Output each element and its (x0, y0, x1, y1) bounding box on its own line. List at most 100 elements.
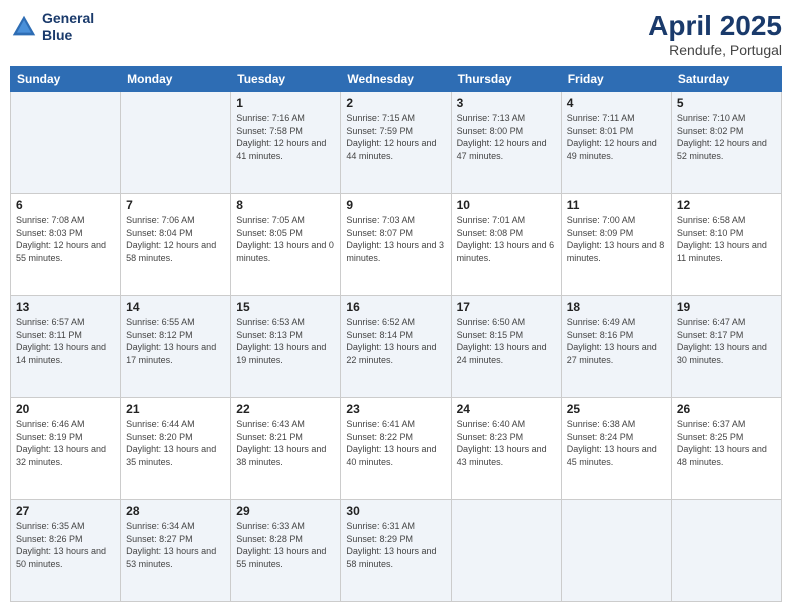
day-info: Sunrise: 6:55 AMSunset: 8:12 PMDaylight:… (126, 316, 225, 366)
day-info: Sunrise: 7:08 AMSunset: 8:03 PMDaylight:… (16, 214, 115, 264)
table-row: 27 Sunrise: 6:35 AMSunset: 8:26 PMDayligh… (11, 500, 121, 602)
day-info: Sunrise: 6:40 AMSunset: 8:23 PMDaylight:… (457, 418, 556, 468)
table-row: 26 Sunrise: 6:37 AMSunset: 8:25 PMDayligh… (671, 398, 781, 500)
table-row (561, 500, 671, 602)
table-row: 5 Sunrise: 7:10 AMSunset: 8:02 PMDaylight… (671, 92, 781, 194)
logo: General Blue (10, 10, 94, 44)
header-saturday: Saturday (671, 67, 781, 92)
table-row: 4 Sunrise: 7:11 AMSunset: 8:01 PMDaylight… (561, 92, 671, 194)
table-row: 12 Sunrise: 6:58 AMSunset: 8:10 PMDayligh… (671, 194, 781, 296)
table-row: 21Sunrise: 6:44 AMSunset: 8:20 PMDayligh… (121, 398, 231, 500)
table-row: 14 Sunrise: 6:55 AMSunset: 8:12 PMDayligh… (121, 296, 231, 398)
header: General Blue April 2025 Rendufe, Portuga… (10, 10, 782, 58)
day-number: 13 (16, 300, 115, 314)
day-number: 29 (236, 504, 335, 518)
day-info: Sunrise: 7:13 AMSunset: 8:00 PMDaylight:… (457, 112, 556, 162)
table-row: 25 Sunrise: 6:38 AMSunset: 8:24 PMDayligh… (561, 398, 671, 500)
day-number: 27 (16, 504, 115, 518)
calendar-row: 20 Sunrise: 6:46 AMSunset: 8:19 PMDayligh… (11, 398, 782, 500)
day-number: 23 (346, 402, 445, 416)
day-info: Sunrise: 6:49 AMSunset: 8:16 PMDaylight:… (567, 316, 666, 366)
header-tuesday: Tuesday (231, 67, 341, 92)
day-number: 7 (126, 198, 225, 212)
calendar-row: 13 Sunrise: 6:57 AMSunset: 8:11 PMDayligh… (11, 296, 782, 398)
day-info: Sunrise: 6:38 AMSunset: 8:24 PMDaylight:… (567, 418, 666, 468)
day-number: 17 (457, 300, 556, 314)
table-row: 13 Sunrise: 6:57 AMSunset: 8:11 PMDayligh… (11, 296, 121, 398)
day-info: Sunrise: 6:31 AMSunset: 8:29 PMDaylight:… (346, 520, 445, 570)
day-info: Sunrise: 7:16 AMSunset: 7:58 PMDaylight:… (236, 112, 335, 162)
day-number: 30 (346, 504, 445, 518)
header-wednesday: Wednesday (341, 67, 451, 92)
day-info: Sunrise: 6:53 AMSunset: 8:13 PMDaylight:… (236, 316, 335, 366)
table-row: 23 Sunrise: 6:41 AMSunset: 8:22 PMDayligh… (341, 398, 451, 500)
table-row (671, 500, 781, 602)
day-number: 19 (677, 300, 776, 314)
calendar-row: 6 Sunrise: 7:08 AMSunset: 8:03 PMDaylight… (11, 194, 782, 296)
day-info: Sunrise: 6:50 AMSunset: 8:15 PMDaylight:… (457, 316, 556, 366)
day-number: 14 (126, 300, 225, 314)
day-number: 12 (677, 198, 776, 212)
day-number: 4 (567, 96, 666, 110)
day-info: Sunrise: 6:46 AMSunset: 8:19 PMDaylight:… (16, 418, 115, 468)
table-row: 8Sunrise: 7:05 AMSunset: 8:05 PMDaylight… (231, 194, 341, 296)
day-info: Sunrise: 7:03 AMSunset: 8:07 PMDaylight:… (346, 214, 445, 264)
day-info: Sunrise: 6:58 AMSunset: 8:10 PMDaylight:… (677, 214, 776, 264)
day-info: Sunrise: 7:06 AMSunset: 8:04 PMDaylight:… (126, 214, 225, 264)
day-info: Sunrise: 7:11 AMSunset: 8:01 PMDaylight:… (567, 112, 666, 162)
table-row: 6 Sunrise: 7:08 AMSunset: 8:03 PMDaylight… (11, 194, 121, 296)
day-number: 1 (236, 96, 335, 110)
day-info: Sunrise: 6:57 AMSunset: 8:11 PMDaylight:… (16, 316, 115, 366)
logo-text: General Blue (42, 10, 94, 44)
day-info: Sunrise: 6:52 AMSunset: 8:14 PMDaylight:… (346, 316, 445, 366)
table-row: 19 Sunrise: 6:47 AMSunset: 8:17 PMDayligh… (671, 296, 781, 398)
day-number: 28 (126, 504, 225, 518)
day-number: 11 (567, 198, 666, 212)
day-number: 25 (567, 402, 666, 416)
day-info: Sunrise: 6:33 AMSunset: 8:28 PMDaylight:… (236, 520, 335, 570)
day-number: 5 (677, 96, 776, 110)
table-row: 20 Sunrise: 6:46 AMSunset: 8:19 PMDayligh… (11, 398, 121, 500)
day-info: Sunrise: 7:10 AMSunset: 8:02 PMDaylight:… (677, 112, 776, 162)
table-row: 18Sunrise: 6:49 AMSunset: 8:16 PMDayligh… (561, 296, 671, 398)
title-block: April 2025 Rendufe, Portugal (648, 10, 782, 58)
table-row: 30 Sunrise: 6:31 AMSunset: 8:29 PMDayligh… (341, 500, 451, 602)
day-number: 6 (16, 198, 115, 212)
table-row: 3 Sunrise: 7:13 AMSunset: 8:00 PMDaylight… (451, 92, 561, 194)
day-info: Sunrise: 6:47 AMSunset: 8:17 PMDaylight:… (677, 316, 776, 366)
table-row: 11Sunrise: 7:00 AMSunset: 8:09 PMDayligh… (561, 194, 671, 296)
day-number: 2 (346, 96, 445, 110)
table-row (11, 92, 121, 194)
day-number: 24 (457, 402, 556, 416)
day-number: 20 (16, 402, 115, 416)
table-row: 1 Sunrise: 7:16 AMSunset: 7:58 PMDaylight… (231, 92, 341, 194)
table-row: 10 Sunrise: 7:01 AMSunset: 8:08 PMDayligh… (451, 194, 561, 296)
day-info: Sunrise: 7:01 AMSunset: 8:08 PMDaylight:… (457, 214, 556, 264)
table-row: 24 Sunrise: 6:40 AMSunset: 8:23 PMDayligh… (451, 398, 561, 500)
day-info: Sunrise: 6:37 AMSunset: 8:25 PMDaylight:… (677, 418, 776, 468)
header-sunday: Sunday (11, 67, 121, 92)
day-info: Sunrise: 7:05 AMSunset: 8:05 PMDaylight:… (236, 214, 335, 264)
page: General Blue April 2025 Rendufe, Portuga… (0, 0, 792, 612)
weekday-header-row: Sunday Monday Tuesday Wednesday Thursday… (11, 67, 782, 92)
table-row (121, 92, 231, 194)
table-row (451, 500, 561, 602)
day-number: 15 (236, 300, 335, 314)
location: Rendufe, Portugal (648, 42, 782, 58)
day-number: 10 (457, 198, 556, 212)
calendar-row: 27 Sunrise: 6:35 AMSunset: 8:26 PMDayligh… (11, 500, 782, 602)
day-info: Sunrise: 6:34 AMSunset: 8:27 PMDaylight:… (126, 520, 225, 570)
day-info: Sunrise: 6:35 AMSunset: 8:26 PMDaylight:… (16, 520, 115, 570)
day-number: 16 (346, 300, 445, 314)
header-friday: Friday (561, 67, 671, 92)
table-row: 29 Sunrise: 6:33 AMSunset: 8:28 PMDayligh… (231, 500, 341, 602)
day-number: 3 (457, 96, 556, 110)
table-row: 9 Sunrise: 7:03 AMSunset: 8:07 PMDaylight… (341, 194, 451, 296)
day-info: Sunrise: 6:41 AMSunset: 8:22 PMDaylight:… (346, 418, 445, 468)
table-row: 7 Sunrise: 7:06 AMSunset: 8:04 PMDaylight… (121, 194, 231, 296)
day-number: 26 (677, 402, 776, 416)
day-number: 9 (346, 198, 445, 212)
day-info: Sunrise: 7:15 AMSunset: 7:59 PMDaylight:… (346, 112, 445, 162)
header-monday: Monday (121, 67, 231, 92)
header-thursday: Thursday (451, 67, 561, 92)
